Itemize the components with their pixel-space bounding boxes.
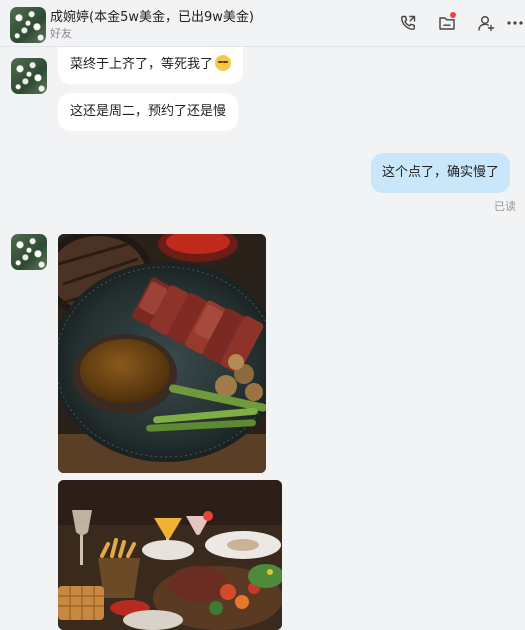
message-text: 菜终于上齐了，等死我了 [70,57,214,72]
contact-avatar[interactable] [10,7,46,43]
chat-header: 成婉婷(本金5w美金，已出9w美金) 好友 [0,0,525,47]
message-bubble[interactable]: 菜终于上齐了，等死我了 [58,46,244,84]
more-icon[interactable] [505,13,525,33]
message-bubble-sent[interactable]: 这个点了，确实慢了 [371,153,511,193]
unread-dot [450,12,456,18]
steak-photo[interactable] [58,234,266,473]
contact-relation: 好友 [50,27,72,40]
message-bubble[interactable]: 这还是周二，预约了还是慢 [58,93,239,131]
sender-avatar[interactable] [11,234,47,270]
contact-name[interactable]: 成婉婷(本金5w美金，已出9w美金) [50,6,254,25]
sender-avatar[interactable] [11,58,47,94]
add-friend-icon[interactable] [476,13,496,33]
folder-icon[interactable] [437,12,457,33]
read-status: 已读 [494,200,516,213]
message-text: 这还是周二，预约了还是慢 [70,104,227,119]
message-text: 这个点了，确实慢了 [382,165,500,180]
food-table-photo[interactable] [58,480,282,630]
relieved-face-icon [215,55,232,71]
phone-call-icon[interactable] [398,13,418,33]
